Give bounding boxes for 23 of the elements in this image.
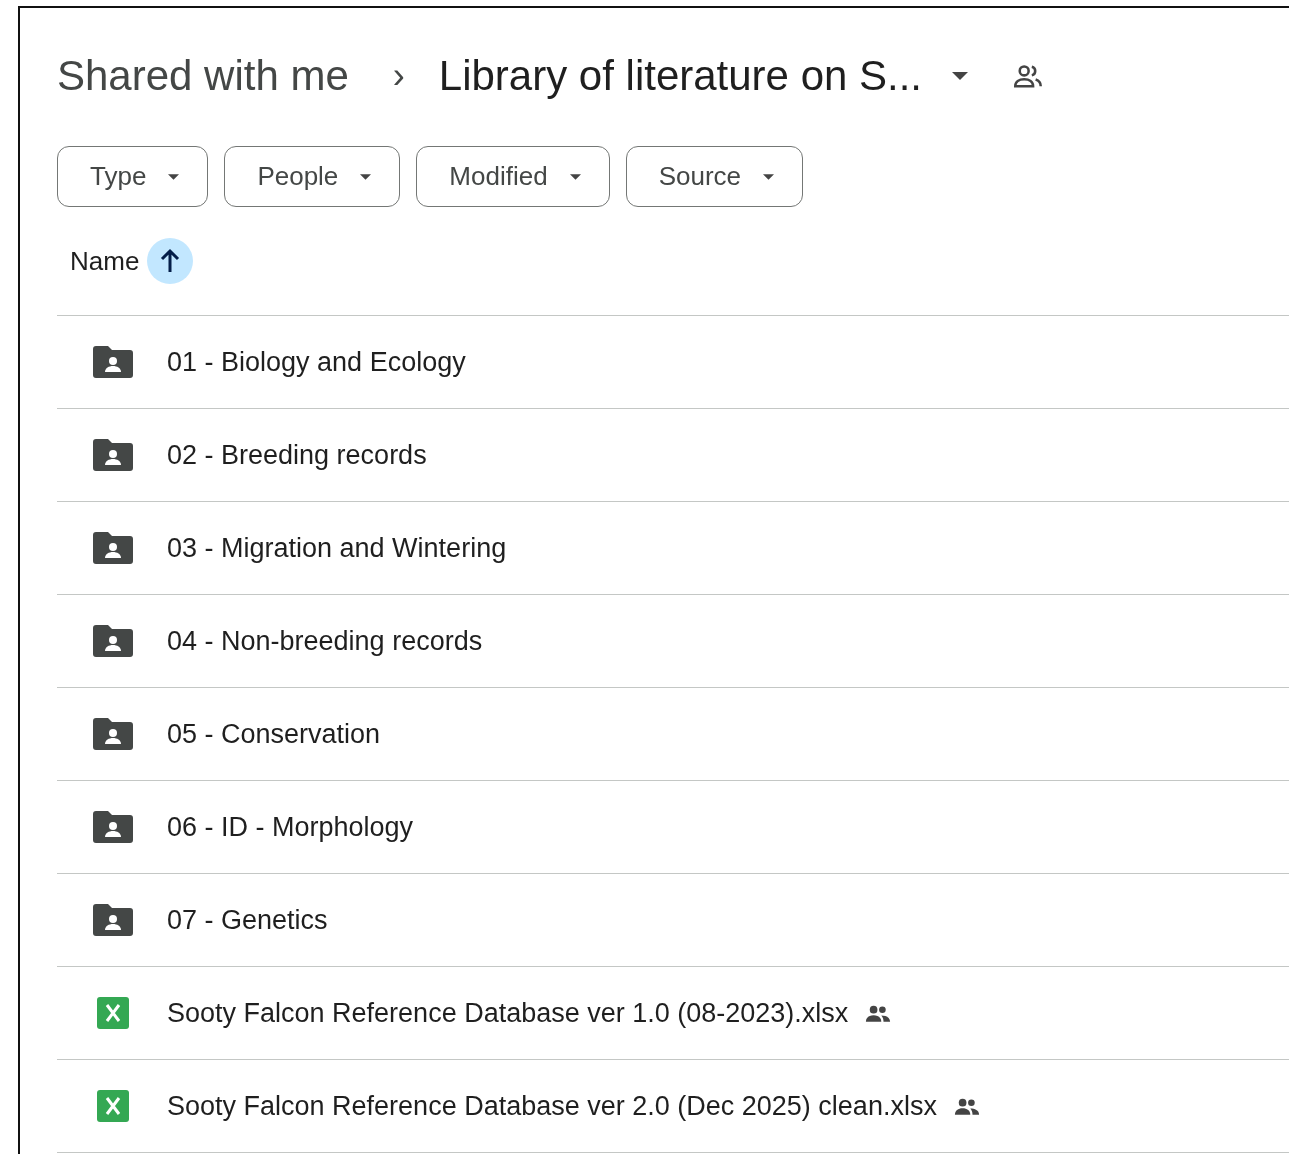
caret-icon	[952, 72, 969, 80]
file-name[interactable]: 04 - Non-breeding records	[167, 625, 483, 657]
file-name[interactable]: 07 - Genetics	[167, 904, 328, 936]
arrow-up-icon[interactable]	[147, 238, 194, 284]
breadcrumb-link[interactable]: Shared with me	[57, 52, 349, 100]
file-name[interactable]: Sooty Falcon Reference Database ver 2.0 (Dec 2025) clean.xlsx	[167, 1090, 937, 1122]
file-name[interactable]: 02 - Breeding records	[167, 439, 427, 471]
filter-chip[interactable]: People	[224, 146, 401, 207]
file-name[interactable]: 06 - ID - Morphology	[167, 811, 414, 843]
file-name[interactable]: 03 - Migration and Wintering	[167, 532, 507, 564]
caret-icon	[569, 173, 581, 180]
file-name[interactable]: 01 - Biology and Ecology	[167, 346, 466, 378]
file-name[interactable]: Sooty Falcon Reference Database ver 1.0 (08-2023).xlsx	[167, 997, 849, 1029]
filter-chip[interactable]: Modified	[416, 146, 610, 207]
caret-icon	[763, 173, 774, 180]
breadcrumb-separator: ›	[392, 55, 405, 97]
caret-icon	[360, 173, 372, 180]
filter-chip[interactable]: Type	[57, 146, 209, 207]
filter-chip[interactable]: Source	[625, 146, 803, 207]
column-header[interactable]: Name	[70, 245, 140, 277]
caret-icon	[168, 173, 180, 180]
file-name[interactable]: 05 - Conservation	[167, 718, 381, 750]
folder-title-menu[interactable]: Library of literature on S...	[438, 52, 969, 100]
